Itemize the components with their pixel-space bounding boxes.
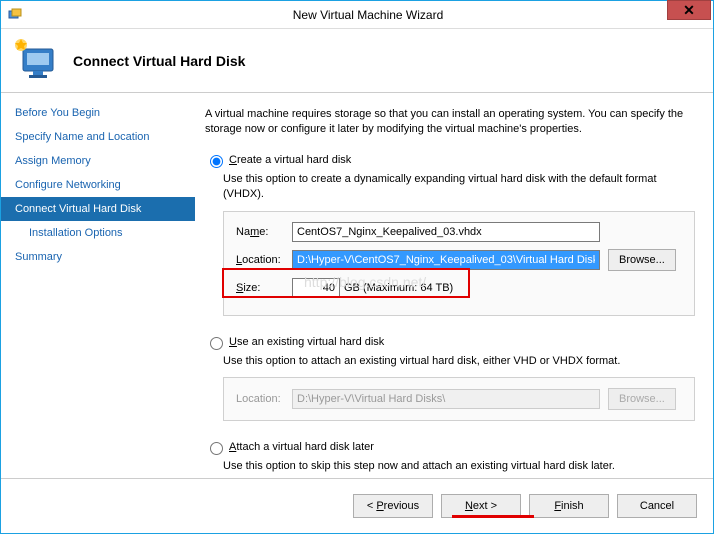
- existing-vhd-fields: Location: Browse...: [223, 377, 695, 421]
- page-title: Connect Virtual Hard Disk: [73, 53, 245, 69]
- create-vhd-label: Create a virtual hard disk: [229, 154, 351, 166]
- sidebar-step-installation-options[interactable]: Installation Options: [1, 221, 195, 245]
- size-suffix: GB (Maximum: 64 TB): [344, 282, 453, 294]
- previous-button[interactable]: < Previous: [353, 494, 433, 518]
- annotation-underline: [452, 515, 534, 518]
- use-existing-label: Use an existing virtual hard disk: [229, 336, 384, 348]
- size-label: Size:: [236, 282, 292, 294]
- wizard-footer: < Previous Next > Finish Cancel: [1, 478, 713, 533]
- create-vhd-desc: Use this option to create a dynamically …: [223, 172, 695, 203]
- cancel-button[interactable]: Cancel: [617, 494, 697, 518]
- attach-later-radio[interactable]: [210, 442, 223, 455]
- wizard-main: A virtual machine requires storage so th…: [195, 93, 713, 478]
- header-icon: [13, 37, 61, 85]
- existing-location-input: [292, 389, 600, 409]
- size-input[interactable]: [292, 278, 340, 298]
- sidebar-step-before-you-begin[interactable]: Before You Begin: [1, 101, 195, 125]
- intro-text: A virtual machine requires storage so th…: [205, 107, 695, 138]
- existing-browse-button: Browse...: [608, 388, 676, 410]
- name-input[interactable]: [292, 222, 600, 242]
- sidebar-step-configure-networking[interactable]: Configure Networking: [1, 173, 195, 197]
- app-icon: [7, 7, 23, 23]
- sidebar-step-connect-vhd[interactable]: Connect Virtual Hard Disk: [1, 197, 195, 221]
- window-title: New Virtual Machine Wizard: [23, 8, 713, 22]
- wizard-header: Connect Virtual Hard Disk: [1, 29, 713, 93]
- existing-location-label: Location:: [236, 393, 292, 405]
- sidebar-step-assign-memory[interactable]: Assign Memory: [1, 149, 195, 173]
- location-label: Location:: [236, 254, 292, 266]
- sidebar-step-specify-name[interactable]: Specify Name and Location: [1, 125, 195, 149]
- wizard-window: New Virtual Machine Wizard ✕ Connect Vir…: [0, 0, 714, 534]
- attach-later-label: Attach a virtual hard disk later: [229, 441, 374, 453]
- use-existing-radio[interactable]: [210, 337, 223, 350]
- close-button[interactable]: ✕: [667, 0, 711, 20]
- finish-button[interactable]: Finish: [529, 494, 609, 518]
- attach-later-desc: Use this option to skip this step now an…: [223, 459, 695, 474]
- use-existing-desc: Use this option to attach an existing vi…: [223, 354, 695, 369]
- name-label: Name:: [236, 226, 292, 238]
- create-vhd-radio[interactable]: [210, 155, 223, 168]
- create-vhd-fields: Name: Location: Browse... Size: GB (Maxi…: [223, 211, 695, 316]
- sidebar-step-summary[interactable]: Summary: [1, 245, 195, 269]
- titlebar: New Virtual Machine Wizard ✕: [1, 1, 713, 29]
- location-input[interactable]: [292, 250, 600, 270]
- wizard-sidebar: Before You Begin Specify Name and Locati…: [1, 93, 195, 478]
- browse-button[interactable]: Browse...: [608, 249, 676, 271]
